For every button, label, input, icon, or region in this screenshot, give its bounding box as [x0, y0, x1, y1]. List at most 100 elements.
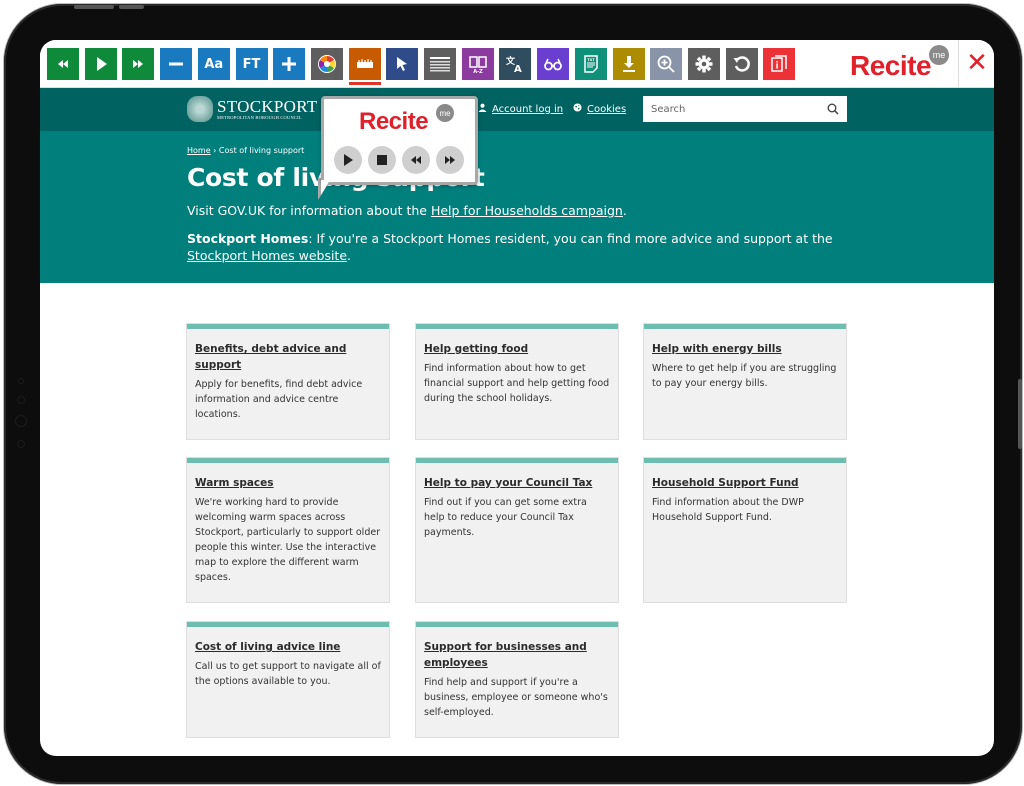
rewind-icon — [411, 156, 421, 164]
book-icon: A-Z — [468, 54, 488, 74]
card-title-link[interactable]: Cost of living advice line — [195, 639, 381, 655]
user-icon — [478, 103, 487, 115]
tablet-frame: Aa FT A-Z 文 A TXT Recite me ✕ STOCKPORT METRO… — [4, 4, 1022, 784]
card-title-link[interactable]: Help getting food — [424, 341, 610, 357]
play-button[interactable] — [84, 48, 117, 80]
cookies-link[interactable]: Cookies — [573, 103, 626, 115]
screen: Aa FT A-Z 文 A TXT Recite me ✕ STOCKPORT METRO… — [40, 40, 994, 756]
text-only-button[interactable]: TXT — [574, 48, 607, 80]
card-description: Find help and support if you're a busine… — [424, 677, 608, 718]
stop-icon — [377, 155, 387, 165]
pointer-button[interactable] — [386, 48, 419, 80]
fast-forward-icon — [445, 156, 455, 164]
translate-icon: 文A — [505, 54, 525, 74]
support-card: Help getting food Find information about … — [416, 324, 618, 439]
ruler-button[interactable] — [348, 48, 381, 80]
play-icon — [344, 154, 353, 166]
close-toolbar-button[interactable]: ✕ — [964, 50, 990, 76]
info-button[interactable] — [763, 48, 796, 80]
glasses-icon — [543, 54, 563, 74]
card-title-link[interactable]: Help with energy bills — [652, 341, 838, 357]
camera — [15, 415, 27, 427]
cookie-icon — [573, 103, 582, 115]
stockport-homes-link[interactable]: Stockport Homes website — [187, 248, 347, 263]
decrease-text-button[interactable] — [160, 48, 193, 80]
popup-stop-button[interactable] — [368, 146, 396, 174]
breadcrumb-home-link[interactable]: Home — [187, 146, 211, 155]
fast-forward-button[interactable] — [122, 48, 155, 80]
settings-button[interactable] — [687, 48, 720, 80]
info-icon — [769, 54, 789, 74]
document-icon: TXT — [581, 54, 601, 74]
download-button[interactable] — [612, 48, 645, 80]
reset-button[interactable] — [725, 48, 758, 80]
cookies-label: Cookies — [587, 103, 627, 115]
recite-logo: Recite — [850, 50, 932, 81]
card-title-link[interactable]: Warm spaces — [195, 475, 381, 491]
side-button — [1018, 379, 1022, 449]
punctuation: . — [347, 248, 352, 263]
download-icon — [619, 54, 639, 74]
sensor — [17, 396, 25, 404]
hero-section: Home › Cost of living support Cost of li… — [40, 131, 994, 283]
font-type-button[interactable]: FT — [235, 48, 268, 80]
gear-icon — [694, 54, 714, 74]
site-header: STOCKPORT METROPOLITAN BOROUGH COUNCIL A… — [40, 88, 994, 131]
translate-button[interactable]: 文A — [499, 48, 532, 80]
support-card: Warm spaces We're working hard to provide… — [187, 458, 389, 602]
rewind-button[interactable] — [47, 48, 79, 80]
cursor-icon — [392, 54, 412, 74]
search-icon[interactable] — [827, 100, 839, 119]
fast-forward-icon — [128, 54, 148, 74]
popup-play-button[interactable] — [334, 146, 362, 174]
play-icon — [91, 54, 111, 74]
svg-text:TXT: TXT — [587, 58, 595, 62]
support-card: Help with energy bills Where to get help … — [644, 324, 846, 439]
font-button[interactable]: Aa — [197, 48, 230, 80]
logo-subtitle: METROPOLITAN BOROUGH COUNCIL — [217, 114, 302, 120]
color-wheel-icon — [317, 54, 337, 74]
card-description: Find information about how to get financ… — [424, 363, 610, 404]
zoom-in-icon — [656, 54, 676, 74]
card-description: Call us to get support to navigate all o… — [195, 661, 381, 687]
popup-me-badge: me — [436, 104, 454, 122]
account-login-label: Account log in — [492, 103, 564, 115]
recite-speech-popup: Recite me — [321, 96, 478, 185]
active-indicator — [349, 82, 381, 85]
stockport-homes-text: : If you're a Stockport Homes resident, … — [308, 231, 833, 246]
card-title-link[interactable]: Household Support Fund — [652, 475, 838, 491]
search-box — [643, 96, 847, 122]
punctuation: . — [622, 203, 627, 218]
dictionary-button[interactable]: A-Z — [461, 48, 494, 80]
crest-icon — [187, 96, 213, 122]
svg-text:A: A — [514, 64, 522, 74]
card-title-link[interactable]: Benefits, debt advice and support — [195, 341, 381, 373]
breadcrumb-current: Cost of living support — [218, 146, 305, 155]
colour-settings-button[interactable] — [310, 48, 343, 80]
popup-rewind-button[interactable] — [402, 146, 430, 174]
stockport-logo[interactable]: STOCKPORT METROPOLITAN BOROUGH COUNCIL — [187, 96, 318, 122]
ruler-icon — [355, 54, 375, 74]
hero-intro-text: Visit GOV.UK for information about the — [187, 203, 431, 218]
breadcrumb: Home › Cost of living support — [187, 146, 304, 155]
search-input[interactable] — [651, 103, 811, 115]
card-description: Find information about the DWP Household… — [652, 497, 804, 523]
sensor — [18, 378, 24, 384]
card-title-link[interactable]: Support for businesses and employees — [424, 639, 610, 671]
popup-forward-button[interactable] — [436, 146, 464, 174]
card-title-link[interactable]: Help to pay your Council Tax — [424, 475, 610, 491]
card-description: Find out if you can get some extra help … — [424, 497, 587, 538]
logo-title: STOCKPORT — [217, 96, 318, 116]
increase-text-button[interactable] — [273, 48, 306, 80]
margins-button[interactable] — [424, 48, 456, 80]
sensor — [17, 440, 25, 448]
screen-mask-button[interactable] — [537, 48, 570, 80]
magnifier-button[interactable] — [650, 48, 683, 80]
rewind-icon — [53, 54, 73, 74]
volume-button — [119, 5, 144, 9]
font-type-icon: FT — [242, 56, 261, 72]
breadcrumb-separator: › — [210, 146, 219, 155]
account-login-link[interactable]: Account log in — [478, 103, 563, 115]
help-for-households-link[interactable]: Help for Households campaign — [431, 203, 623, 218]
hero-intro: Visit GOV.UK for information about the H… — [187, 203, 627, 218]
